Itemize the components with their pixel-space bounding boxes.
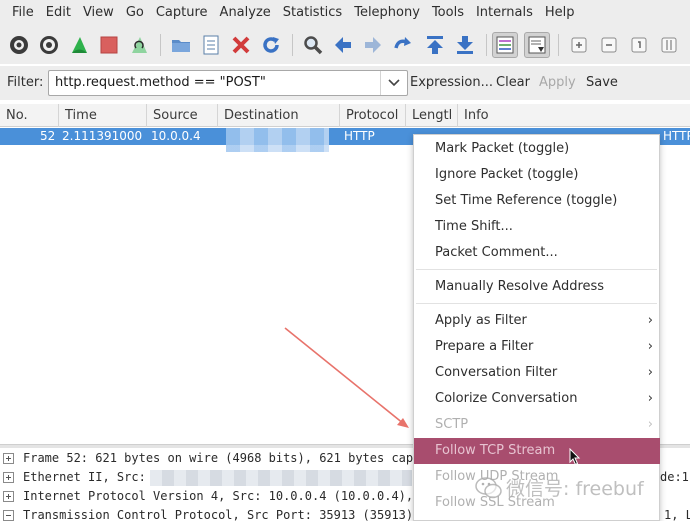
menu-item-set-time-reference[interactable]: Set Time Reference (toggle) <box>414 188 659 214</box>
menu-item-mark-packet[interactable]: Mark Packet (toggle) <box>414 136 659 162</box>
watermark-text: 微信号: freebuf <box>506 478 644 500</box>
menu-item-label: Packet Comment... <box>435 245 558 260</box>
menu-item-label: SCTP <box>435 417 469 432</box>
menu-item-follow-tcp-stream[interactable]: Follow TCP Stream <box>414 438 660 464</box>
menu-item-label: Time Shift... <box>435 219 513 234</box>
menu-item-label: Mark Packet (toggle) <box>435 141 570 156</box>
watermark: 微信号: freebuf <box>474 472 690 504</box>
menu-item-colorize-conversation[interactable]: Colorize Conversation › <box>414 386 659 412</box>
menu-item-label: Conversation Filter <box>435 365 558 380</box>
menu-item-label: Ignore Packet (toggle) <box>435 167 579 182</box>
menu-item-time-shift[interactable]: Time Shift... <box>414 214 659 240</box>
submenu-arrow-icon: › <box>647 365 653 380</box>
submenu-arrow-icon: › <box>647 313 653 328</box>
context-menu: Mark Packet (toggle) Ignore Packet (togg… <box>413 134 660 521</box>
menu-item-conversation-filter[interactable]: Conversation Filter › <box>414 360 659 386</box>
menu-item-label: Apply as Filter <box>435 313 527 328</box>
menu-item-manually-resolve-address[interactable]: Manually Resolve Address <box>414 274 659 300</box>
menu-item-label: Colorize Conversation <box>435 391 578 406</box>
menu-item-label: Set Time Reference (toggle) <box>435 193 618 208</box>
menu-item-ignore-packet[interactable]: Ignore Packet (toggle) <box>414 162 659 188</box>
menu-separator <box>416 269 657 270</box>
menu-item-label: Follow TCP Stream <box>435 443 556 458</box>
menu-item-apply-as-filter[interactable]: Apply as Filter › <box>414 308 659 334</box>
menu-item-label: Prepare a Filter <box>435 339 534 354</box>
wechat-logo-icon <box>475 477 502 499</box>
menu-separator <box>416 303 657 304</box>
menu-item-prepare-a-filter[interactable]: Prepare a Filter › <box>414 334 659 360</box>
menu-item-packet-comment[interactable]: Packet Comment... <box>414 240 659 266</box>
mouse-cursor-icon <box>569 448 581 466</box>
submenu-arrow-icon: › <box>647 417 653 432</box>
submenu-arrow-icon: › <box>647 391 653 406</box>
submenu-arrow-icon: › <box>647 339 653 354</box>
menu-item-sctp[interactable]: SCTP › <box>414 412 659 438</box>
menu-item-label: Manually Resolve Address <box>435 279 605 294</box>
